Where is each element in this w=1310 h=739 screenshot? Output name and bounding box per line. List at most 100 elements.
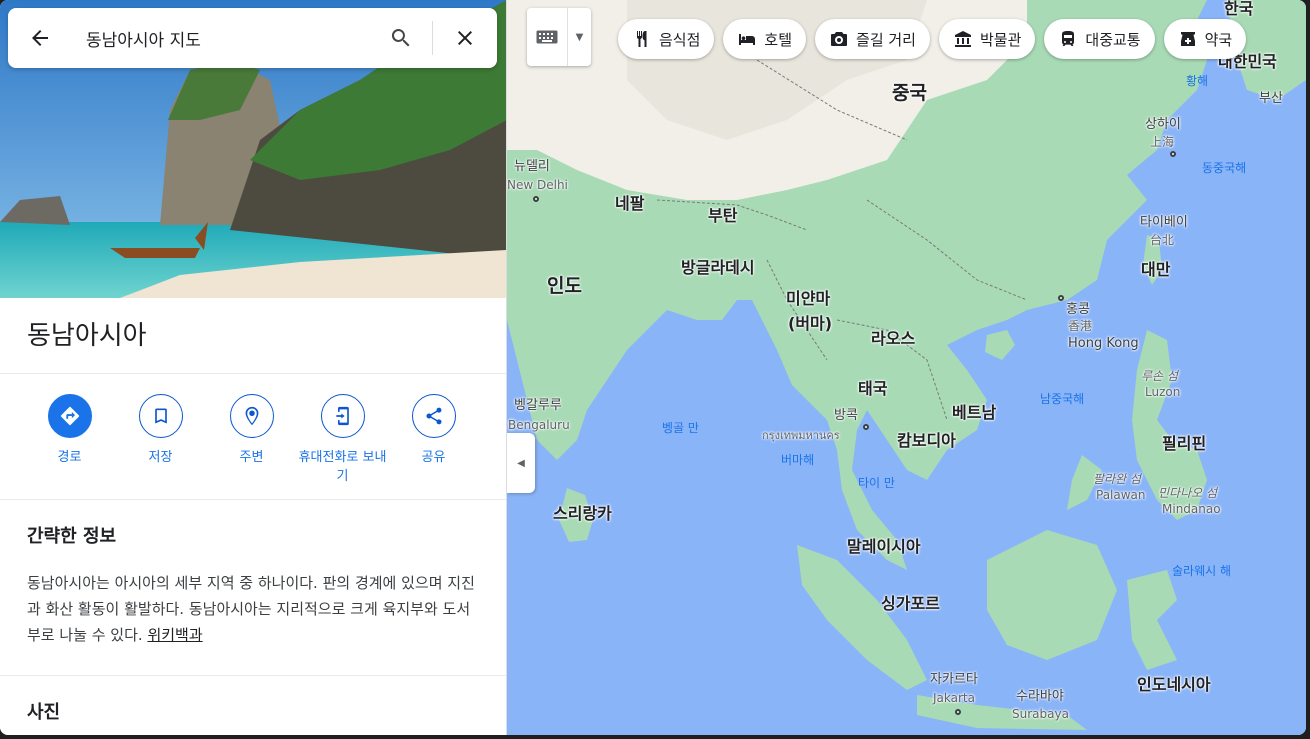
save-label: 저장 — [148, 450, 173, 465]
arrow-back-icon — [32, 30, 48, 46]
label-gulf-of-thailand[interactable]: 타이 만 — [858, 476, 895, 490]
camera-icon — [831, 32, 848, 46]
chip-transit[interactable]: 대중교통 — [1044, 19, 1155, 59]
close-button[interactable] — [433, 8, 497, 68]
chip-museums[interactable]: 박물관 — [938, 19, 1036, 59]
pharmacy-icon — [1180, 32, 1195, 46]
chip-label: 박물관 — [979, 30, 1022, 49]
label-india[interactable]: 인도 — [547, 276, 582, 297]
label-indonesia[interactable]: 인도네시아 — [1137, 676, 1211, 694]
city-marker[interactable] — [533, 196, 539, 202]
city-marker[interactable] — [1170, 151, 1176, 157]
chip-pharmacies[interactable]: 약국 — [1163, 19, 1247, 59]
nearby-label: 주변 — [239, 450, 264, 465]
label-taipei[interactable]: 타이베이 — [1140, 215, 1188, 230]
app-window: 중국 인도 네팔 부탄 방글라데시 미얀마 (버마) 라오스 태국 베트남 캄보… — [0, 0, 1306, 735]
label-hongkong[interactable]: 홍콩 — [1066, 302, 1090, 317]
nearby-circle — [229, 394, 274, 438]
label-luzon-en: Luzon — [1145, 385, 1181, 399]
city-marker[interactable] — [863, 424, 869, 430]
label-palawan[interactable]: 팔라완 섬 — [1093, 472, 1141, 486]
share-label: 공유 — [421, 450, 446, 465]
restaurant-icon — [637, 31, 647, 47]
collapse-panel-button[interactable]: ◀ — [507, 433, 535, 493]
search-input[interactable] — [72, 28, 370, 48]
action-buttons: 경로 저장 주변 휴대전화로 보내기 공유 — [24, 394, 479, 486]
city-marker[interactable] — [955, 709, 961, 715]
label-philippines[interactable]: 필리핀 — [1162, 435, 1206, 453]
label-south-china-sea[interactable]: 남중국해 — [1040, 392, 1084, 406]
chip-restaurants[interactable]: 음식점 — [618, 19, 715, 59]
send-to-phone-button[interactable]: 휴대전화로 보내기 — [297, 394, 388, 486]
close-icon — [458, 31, 472, 45]
category-chips: 음식점 호텔 즐길 거리 박물관 대중교통 약국 — [618, 19, 1247, 59]
share-button[interactable]: 공유 — [388, 394, 479, 486]
label-surabaya[interactable]: 수라바야 — [1016, 689, 1064, 704]
nearby-icon — [245, 406, 258, 426]
directions-button[interactable]: 경로 — [24, 394, 115, 486]
hotel-icon — [739, 34, 756, 45]
label-yellow-sea[interactable]: 황해 — [1186, 74, 1208, 88]
nearby-button[interactable]: 주변 — [206, 394, 297, 486]
label-mindanao-en: Mindanao — [1162, 502, 1221, 516]
map-terrain — [507, 0, 1306, 730]
back-button[interactable] — [8, 8, 72, 68]
label-jakarta-en: Jakarta — [933, 691, 975, 705]
label-myanmar-alt: (버마) — [788, 314, 833, 333]
city-marker[interactable] — [1058, 295, 1064, 301]
keyboard-icon[interactable] — [527, 8, 568, 66]
label-malaysia[interactable]: 말레이시아 — [847, 538, 921, 556]
label-newdelhi[interactable]: 뉴델리 — [514, 159, 550, 174]
label-palawan-en: Palawan — [1096, 488, 1146, 502]
label-hongkong-en: Hong Kong — [1068, 336, 1139, 351]
label-sulawesi-sea[interactable]: 술라웨시 해 — [1172, 564, 1231, 578]
dropdown-caret-icon[interactable]: ▼ — [568, 8, 591, 66]
label-newdelhi-en: New Delhi — [507, 178, 568, 192]
label-bhutan[interactable]: 부탄 — [708, 207, 737, 225]
label-thailand[interactable]: 태국 — [858, 380, 887, 398]
chip-hotels[interactable]: 호텔 — [723, 19, 807, 59]
label-east-china-sea[interactable]: 동중국해 — [1202, 161, 1246, 175]
museum-icon — [954, 31, 971, 47]
label-laos[interactable]: 라오스 — [871, 330, 915, 348]
chip-label: 대중교통 — [1085, 30, 1141, 49]
label-sri-lanka[interactable]: 스리랑카 — [553, 505, 612, 523]
save-button[interactable]: 저장 — [115, 394, 206, 486]
chip-things-to-do[interactable]: 즐길 거리 — [815, 19, 930, 59]
map-canvas[interactable]: 중국 인도 네팔 부탄 방글라데시 미얀마 (버마) 라오스 태국 베트남 캄보… — [507, 0, 1306, 735]
label-busan[interactable]: 부산 — [1259, 91, 1283, 106]
share-icon — [425, 407, 442, 425]
send-to-phone-circle — [320, 394, 365, 438]
directions-icon — [60, 406, 79, 426]
label-bangladesh[interactable]: 방글라데시 — [681, 259, 755, 277]
search-button[interactable] — [370, 8, 432, 68]
label-singapore[interactable]: 싱가포르 — [881, 595, 940, 613]
label-vietnam[interactable]: 베트남 — [952, 404, 996, 422]
chip-label: 즐길 거리 — [856, 30, 916, 49]
label-taipei-zh: 台北 — [1150, 233, 1175, 247]
search-box — [8, 8, 497, 68]
label-mindanao[interactable]: 민다나오 섬 — [1158, 486, 1217, 500]
label-andaman-sea[interactable]: 버마해 — [781, 453, 814, 467]
label-china[interactable]: 중국 — [892, 83, 927, 104]
summary-body: 동남아시아는 아시아의 세부 지역 중 하나이다. 판의 경계에 있으며 지진과… — [27, 574, 475, 644]
chevron-left-icon: ◀ — [517, 457, 525, 469]
input-tools-button[interactable]: ▼ — [527, 8, 591, 66]
label-luzon[interactable]: 루손 섬 — [1141, 369, 1178, 383]
divider — [0, 675, 506, 676]
transit-icon — [1062, 31, 1075, 46]
label-bangkok[interactable]: 방콕 — [834, 408, 858, 423]
label-bay-of-bengal[interactable]: 벵골 만 — [662, 421, 699, 435]
label-cambodia[interactable]: 캄보디아 — [897, 432, 956, 450]
label-shanghai[interactable]: 상하이 — [1145, 117, 1181, 132]
label-jakarta[interactable]: 자카르타 — [930, 672, 978, 687]
label-korea-top: 한국 — [1224, 0, 1254, 18]
wikipedia-link[interactable]: 위키백과 — [147, 626, 202, 644]
divider — [0, 373, 506, 374]
phone-icon — [335, 406, 349, 426]
place-panel: 동남아시아 경로 저장 주변 — [0, 0, 507, 735]
label-bengaluru[interactable]: 벵갈루루 — [514, 398, 562, 413]
label-nepal[interactable]: 네팔 — [615, 195, 644, 213]
label-taiwan[interactable]: 대만 — [1141, 261, 1170, 279]
label-myanmar[interactable]: 미얀마 — [786, 290, 830, 308]
